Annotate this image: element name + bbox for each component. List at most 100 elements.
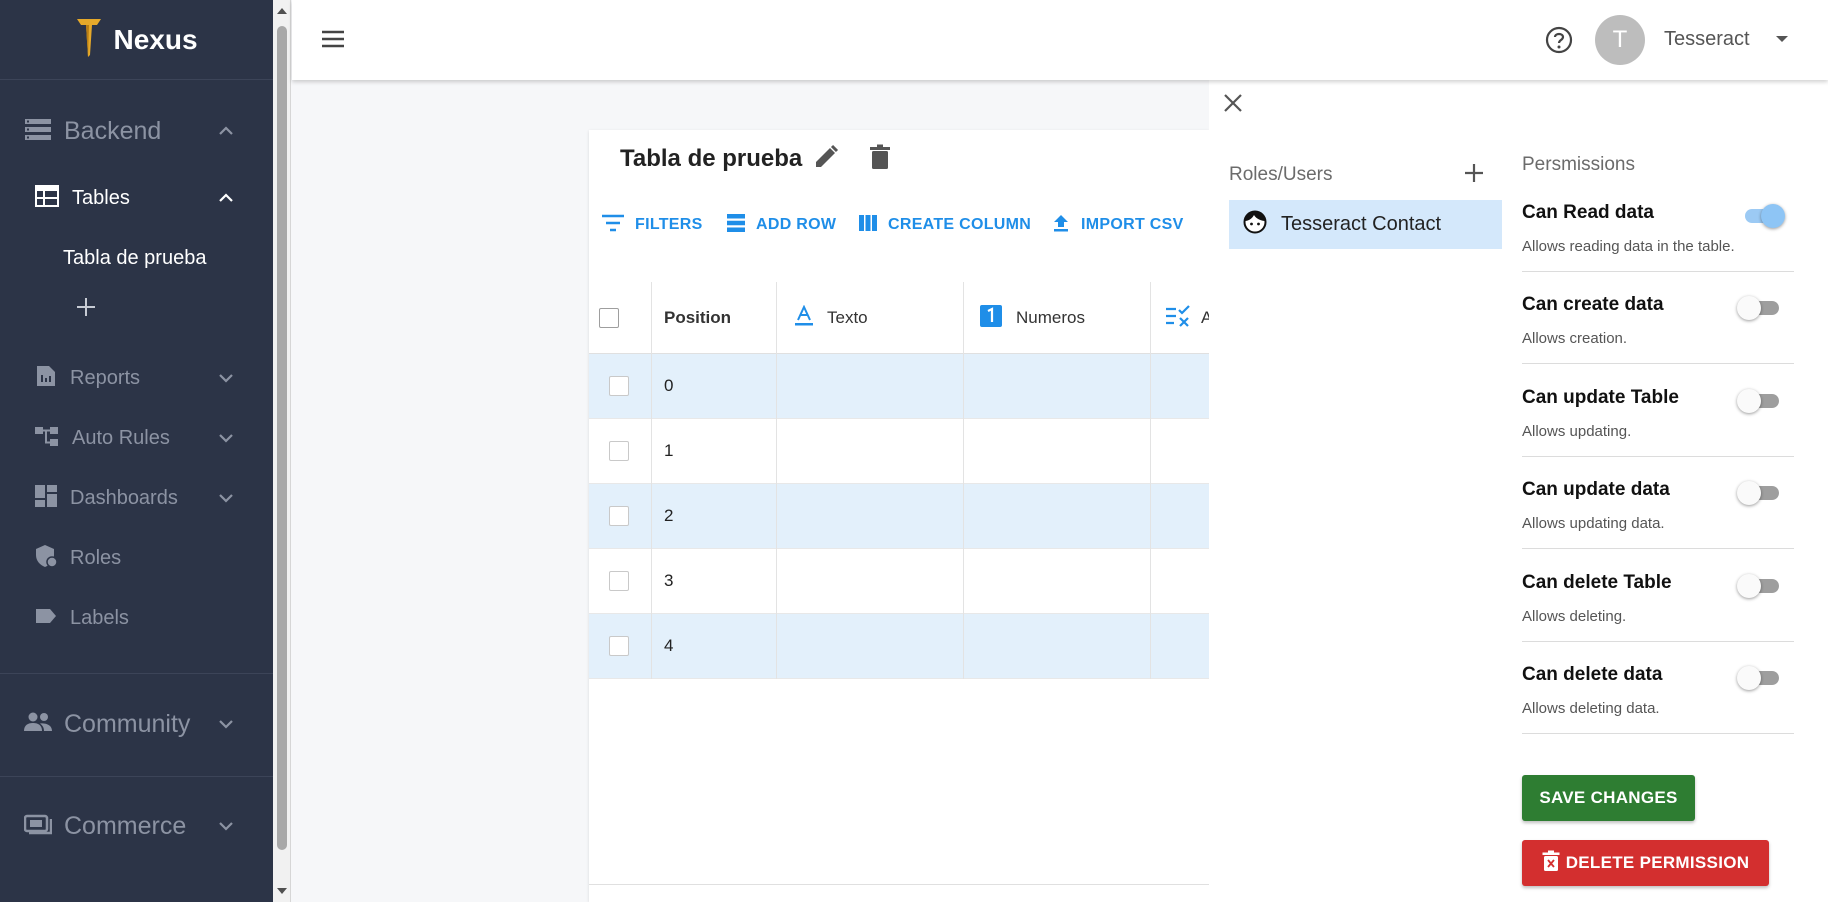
scroll-down-icon[interactable] [277,888,287,894]
filters-label: FILTERS [635,216,703,233]
close-icon[interactable] [1222,92,1244,119]
table-title: Tabla de prueba [620,145,803,172]
table-card: Tabla de prueba FILTERS ADD ROW CREATE C… [589,130,1212,902]
roles-users-item[interactable]: Tesseract Contact [1229,200,1502,249]
storage-icon [24,117,52,146]
chevron-down-icon [209,809,243,843]
row-checkbox[interactable] [609,571,629,591]
permission-can-delete-data: Can delete data Allows deleting data. [1522,642,1794,734]
row-checkbox[interactable] [609,376,629,396]
edit-icon[interactable] [813,144,839,175]
column-header-texto[interactable]: Texto [793,282,868,354]
nav-section-label: Commerce [64,811,187,840]
table-row[interactable]: 3 [589,549,1209,614]
delete-icon[interactable] [869,144,891,175]
permission-desc: Allows reading data in the table. [1522,238,1735,255]
permission-toggle[interactable] [1737,665,1785,691]
permission-toggle[interactable] [1737,295,1785,321]
scroll-up-icon[interactable] [277,8,287,14]
permission-can-delete-table: Can delete Table Allows deleting. [1522,550,1794,642]
import-csv-label: IMPORT CSV [1081,216,1184,233]
position-cell: 2 [664,506,674,525]
chevron-up-icon [209,114,243,148]
people-icon [24,711,52,738]
column-divider [1150,282,1151,679]
nav-section-label: Backend [64,116,162,145]
permission-name: Can Read data [1522,202,1654,223]
row-checkbox[interactable] [609,441,629,461]
menu-icon[interactable] [320,26,346,57]
permission-toggle[interactable] [1737,480,1785,506]
filters-button[interactable]: FILTERS [601,210,703,240]
logo[interactable]: Nexus [0,0,273,80]
add-table-icon[interactable] [76,297,96,322]
upload-icon [1051,213,1081,238]
nav-item-reports[interactable]: Reports [0,356,273,400]
text-icon [793,304,815,332]
sidebar: Nexus Backend Tables Tabla de prueba Rep… [0,0,273,902]
delete-permission-button[interactable]: DELETE PERMISSION [1522,840,1769,886]
number-icon [980,304,1002,332]
nav-item-dashboards[interactable]: Dashboards [0,476,273,520]
help-icon[interactable] [1545,26,1573,59]
delete-permission-label: DELETE PERMISSION [1565,853,1750,872]
rows-icon [726,213,756,238]
add-row-label: ADD ROW [756,216,837,233]
permission-desc: Allows creation. [1522,330,1628,347]
sidebar-divider [0,776,273,777]
column-header-label: Texto [827,308,868,327]
nav-section-community[interactable]: Community [0,694,273,754]
nav-item-labels[interactable]: Labels [0,596,273,640]
chevron-down-icon [209,707,243,741]
top-bar: T Tesseract [292,0,1828,80]
row-checkbox[interactable] [609,506,629,526]
column-header-numeros[interactable]: Numeros [980,282,1085,354]
commerce-icon [23,812,53,841]
table-row[interactable]: 0 [589,354,1209,419]
permission-toggle[interactable] [1737,573,1785,599]
card-footer-line [589,884,1209,885]
permission-name: Can delete data [1522,664,1663,685]
nav-item-roles[interactable]: Roles [0,536,273,580]
caret-down-icon[interactable] [1776,36,1788,42]
nav-item-label: Labels [70,606,129,629]
nav-item-tables[interactable]: Tables [0,176,273,220]
permission-toggle[interactable] [1737,388,1785,414]
table-header: Position Texto Numeros A [589,282,1212,354]
position-cell: 4 [664,636,674,655]
permission-desc: Allows deleting. [1522,608,1627,625]
nav-subitem-tabla-de-prueba[interactable]: Tabla de prueba [63,247,206,270]
column-header-checklist[interactable]: A [1165,282,1212,354]
permission-name: Can update data [1522,479,1670,500]
save-changes-button[interactable]: SAVE CHANGES [1522,775,1695,821]
permission-toggle[interactable] [1737,203,1785,229]
table-row[interactable]: 1 [589,419,1209,484]
select-all-checkbox[interactable] [599,282,619,354]
column-header-position[interactable]: Position [664,282,731,354]
add-icon[interactable] [1463,162,1485,189]
import-csv-button[interactable]: IMPORT CSV [1051,210,1184,240]
checklist-icon [1165,304,1191,332]
filter-icon [601,213,635,238]
chevron-down-icon [209,421,243,455]
table-row[interactable]: 4 [589,614,1209,679]
sidebar-divider [0,673,273,674]
user-name[interactable]: Tesseract [1664,28,1750,51]
nav-item-label: Dashboards [70,486,178,509]
table-icon [34,184,60,213]
row-checkbox[interactable] [609,636,629,656]
sidebar-scrollbar[interactable] [273,0,291,902]
nav-section-backend[interactable]: Backend [0,101,273,161]
add-row-button[interactable]: ADD ROW [726,210,836,240]
face-icon [1243,210,1267,239]
create-column-button[interactable]: CREATE COLUMN [858,210,1031,240]
scrollbar-thumb[interactable] [277,26,287,850]
nav-item-label: Reports [70,366,141,389]
avatar[interactable]: T [1595,15,1645,65]
nav-section-commerce[interactable]: Commerce [0,796,273,856]
nav-item-label: Roles [70,546,122,569]
nav-item-auto-rules[interactable]: Auto Rules [0,416,273,460]
permission-name: Can update Table [1522,387,1679,408]
table-row[interactable]: 2 [589,484,1209,549]
permission-name: Can create data [1522,294,1664,315]
